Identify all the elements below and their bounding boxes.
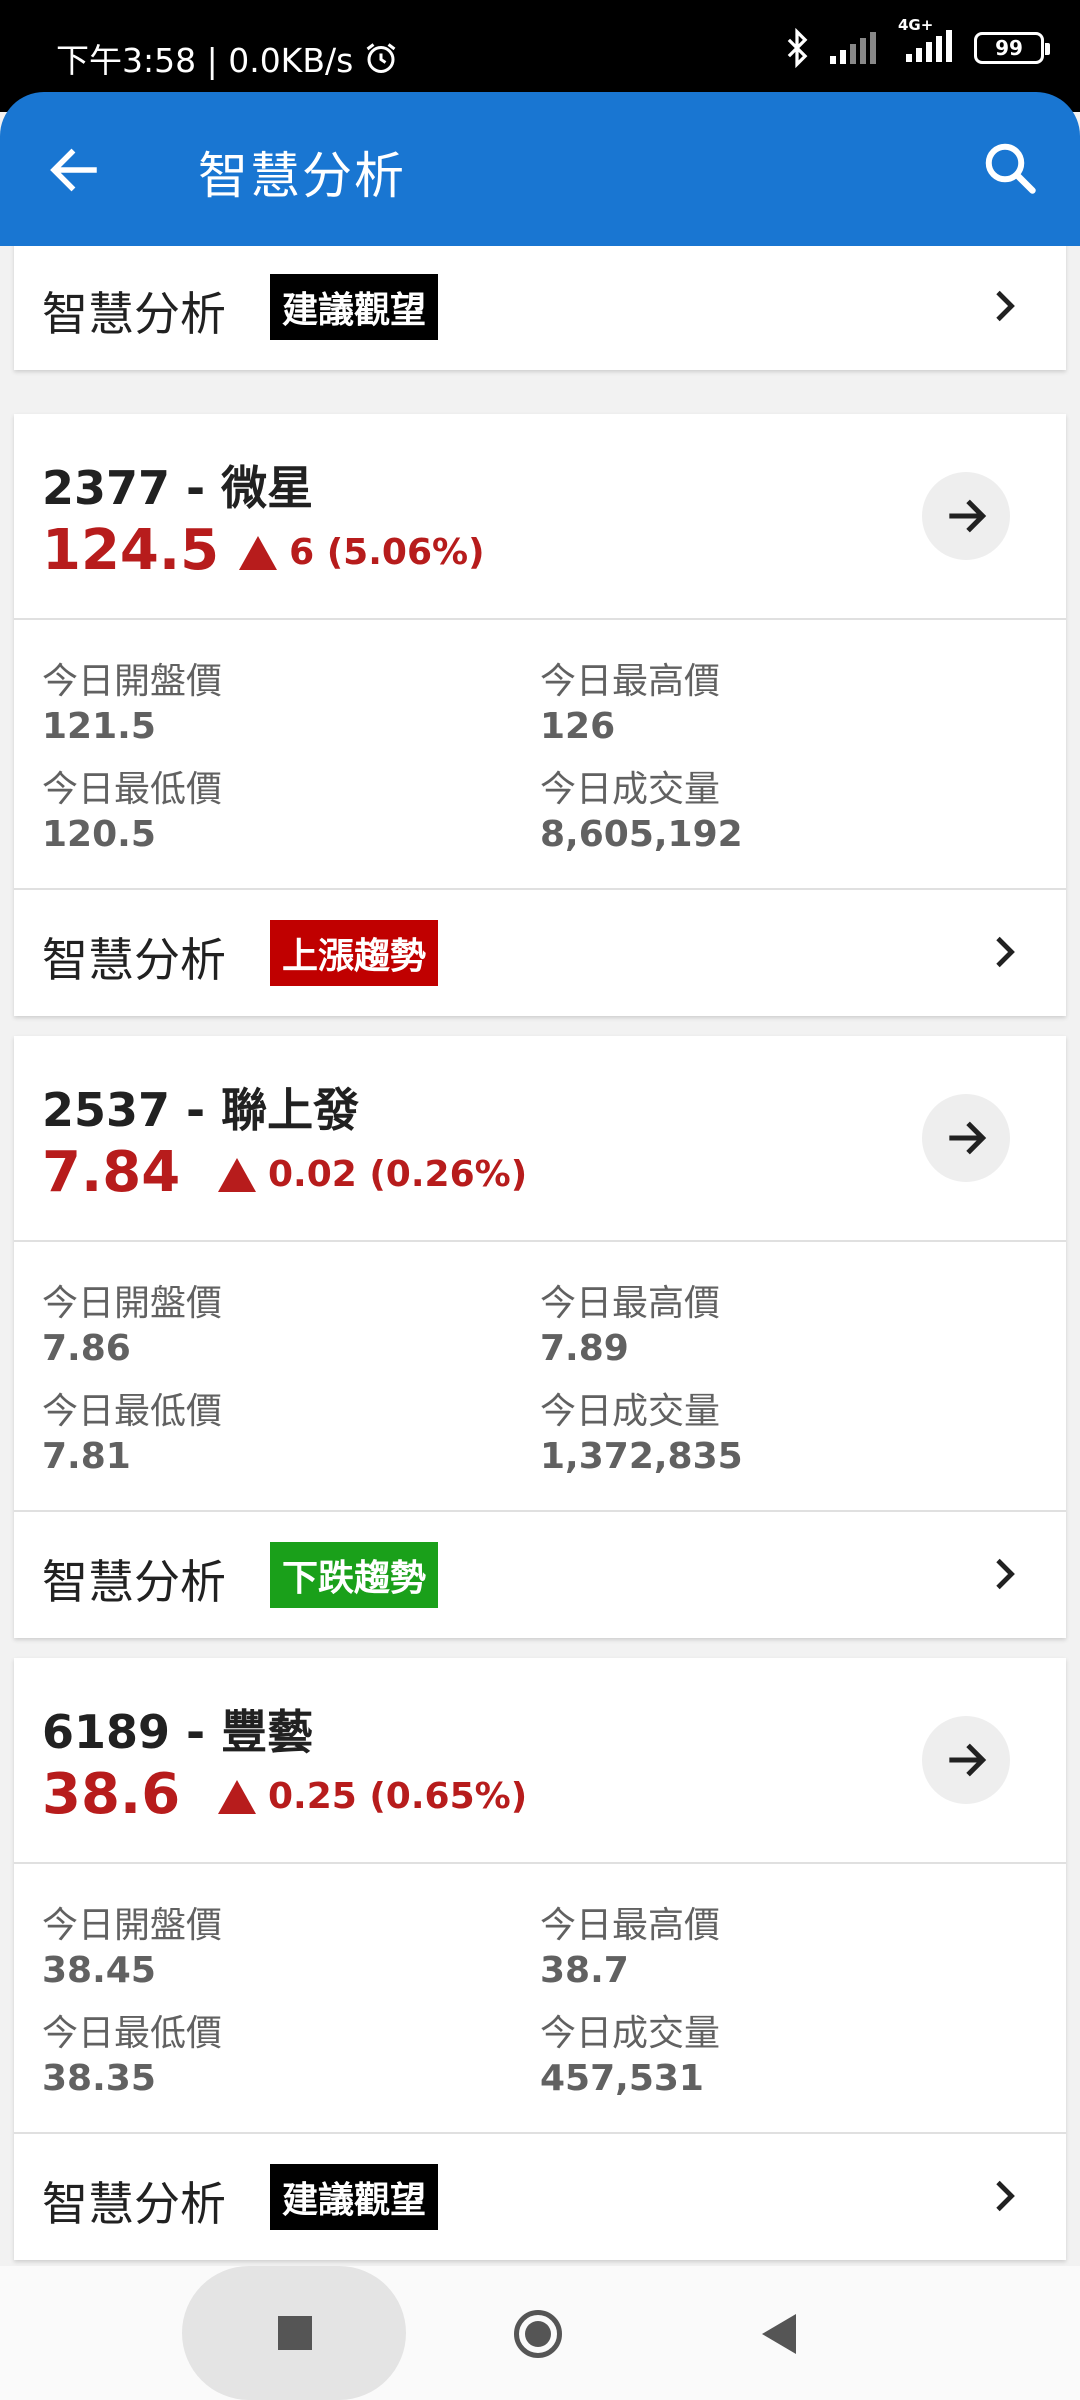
low-value: 120.5 [42,814,156,855]
high-label: 今日最高價 [540,1905,721,1946]
open-value: 7.86 [42,1328,131,1369]
signal-4g-group: 4G+ [898,16,956,68]
status-badge: 上漲趨勢 [270,920,439,986]
system-nav-bar [0,2266,1080,2400]
low-label: 今日最低價 [42,1391,223,1432]
chevron-right-icon [996,936,1015,968]
stock-stats: 今日開盤價 121.5 今日最低價 120.5 今日最高價 126 今日成交量 … [14,620,1066,890]
high-label: 今日最高價 [540,661,721,702]
chevron-right-icon [996,2180,1015,2212]
open-label: 今日開盤價 [42,1905,223,1946]
low-value: 38.35 [42,2058,156,2099]
analysis-row[interactable]: 智慧分析 上漲趨勢 [14,890,1066,1014]
status-badge: 建議觀望 [270,274,439,340]
analysis-row[interactable]: 智慧分析 下跌趨勢 [14,1512,1066,1636]
battery-icon: 99 [974,32,1050,64]
open-value: 121.5 [42,706,156,747]
status-badge: 下跌趨勢 [270,1542,439,1608]
volume-label: 今日成交量 [540,2013,721,2054]
analysis-label: 智慧分析 [42,1555,226,1609]
stock-card-partial: 智慧分析 建議觀望 [14,246,1066,370]
stock-stats: 今日開盤價 38.45 今日最低價 38.35 今日最高價 38.7 今日成交量… [14,1864,1066,2134]
high-value: 7.89 [540,1328,629,1369]
bluetooth-icon [787,28,808,68]
stock-card: 2537 - 聯上發 7.84 0.02 (0.26%) 今日開盤價 7.86 … [14,1036,1066,1638]
analysis-label: 智慧分析 [42,933,226,987]
stock-change-value: 0.25 (0.65%) [268,1776,528,1817]
status-left: 下午3:58 | 0.0KB/s [56,34,399,82]
battery-level: 99 [995,36,1023,60]
stock-stats: 今日開盤價 7.86 今日最低價 7.81 今日最高價 7.89 今日成交量 1… [14,1242,1066,1512]
stock-list[interactable]: 智慧分析 建議觀望 2377 - 微星 124.5 6 (5.06%) 今日開盤… [0,246,1080,2266]
chevron-right-icon [996,290,1015,322]
stock-change-value: 6 (5.06%) [289,532,485,573]
alarm-icon [366,43,396,73]
high-value: 38.7 [540,1950,629,1991]
stock-header[interactable]: 2537 - 聯上發 7.84 0.02 (0.26%) [14,1036,1066,1242]
status-time-speed: 下午3:58 | 0.0KB/s [56,41,354,80]
open-value: 38.45 [42,1950,156,1991]
arrow-right-icon [949,1121,987,1155]
up-triangle-icon [239,535,278,570]
search-icon[interactable] [980,138,1040,198]
open-label: 今日開盤價 [42,661,223,702]
stock-name: 2537 - 聯上發 [42,1083,360,1137]
stock-change: 0.25 (0.65%) [218,1776,527,1817]
back-arrow-icon[interactable] [44,140,104,200]
status-right: 4G+ 99 [784,16,1050,68]
low-value: 7.81 [42,1436,131,1477]
stock-header[interactable]: 2377 - 微星 124.5 6 (5.06%) [14,414,1066,620]
stock-price: 124.5 [42,518,220,583]
analysis-label: 智慧分析 [42,287,226,341]
low-label: 今日最低價 [42,769,223,810]
app-bar: 智慧分析 [0,92,1080,246]
open-stock-button[interactable] [922,1094,1010,1182]
high-value: 126 [540,706,616,747]
stock-name: 6189 - 豐藝 [42,1705,314,1759]
stock-price: 38.6 [42,1762,181,1827]
volume-label: 今日成交量 [540,769,721,810]
stock-price: 7.84 [42,1140,181,1205]
stock-card: 6189 - 豐藝 38.6 0.25 (0.65%) 今日開盤價 38.45 … [14,1658,1066,2260]
arrow-right-icon [949,1743,987,1777]
volume-value: 8,605,192 [540,814,743,855]
up-triangle-icon [218,1779,256,1814]
signal-icon [830,32,876,64]
volume-label: 今日成交量 [540,1391,721,1432]
stock-card: 2377 - 微星 124.5 6 (5.06%) 今日開盤價 121.5 今日… [14,414,1066,1016]
chevron-right-icon [996,1558,1015,1590]
status-badge: 建議觀望 [270,2164,439,2230]
network-type: 4G+ [898,16,934,34]
open-stock-button[interactable] [922,1716,1010,1804]
arrow-right-icon [949,499,987,533]
volume-value: 457,531 [540,2058,704,2099]
stock-change: 0.02 (0.26%) [218,1154,527,1195]
analysis-row[interactable]: 智慧分析 建議觀望 [14,246,1066,368]
stock-change-value: 0.02 (0.26%) [268,1154,528,1195]
recents-square-icon[interactable] [278,2316,312,2350]
analysis-label: 智慧分析 [42,2177,226,2231]
stock-name: 2377 - 微星 [42,461,314,515]
open-label: 今日開盤價 [42,1283,223,1324]
stock-header[interactable]: 6189 - 豐藝 38.6 0.25 (0.65%) [14,1658,1066,1864]
open-stock-button[interactable] [922,472,1010,560]
home-circle-icon[interactable] [514,2310,562,2358]
page-title: 智慧分析 [198,147,406,205]
stock-change: 6 (5.06%) [239,532,485,573]
back-triangle-icon[interactable] [762,2314,796,2354]
analysis-row[interactable]: 智慧分析 建議觀望 [14,2134,1066,2258]
up-triangle-icon [218,1157,256,1192]
high-label: 今日最高價 [540,1283,721,1324]
low-label: 今日最低價 [42,2013,223,2054]
volume-value: 1,372,835 [540,1436,743,1477]
